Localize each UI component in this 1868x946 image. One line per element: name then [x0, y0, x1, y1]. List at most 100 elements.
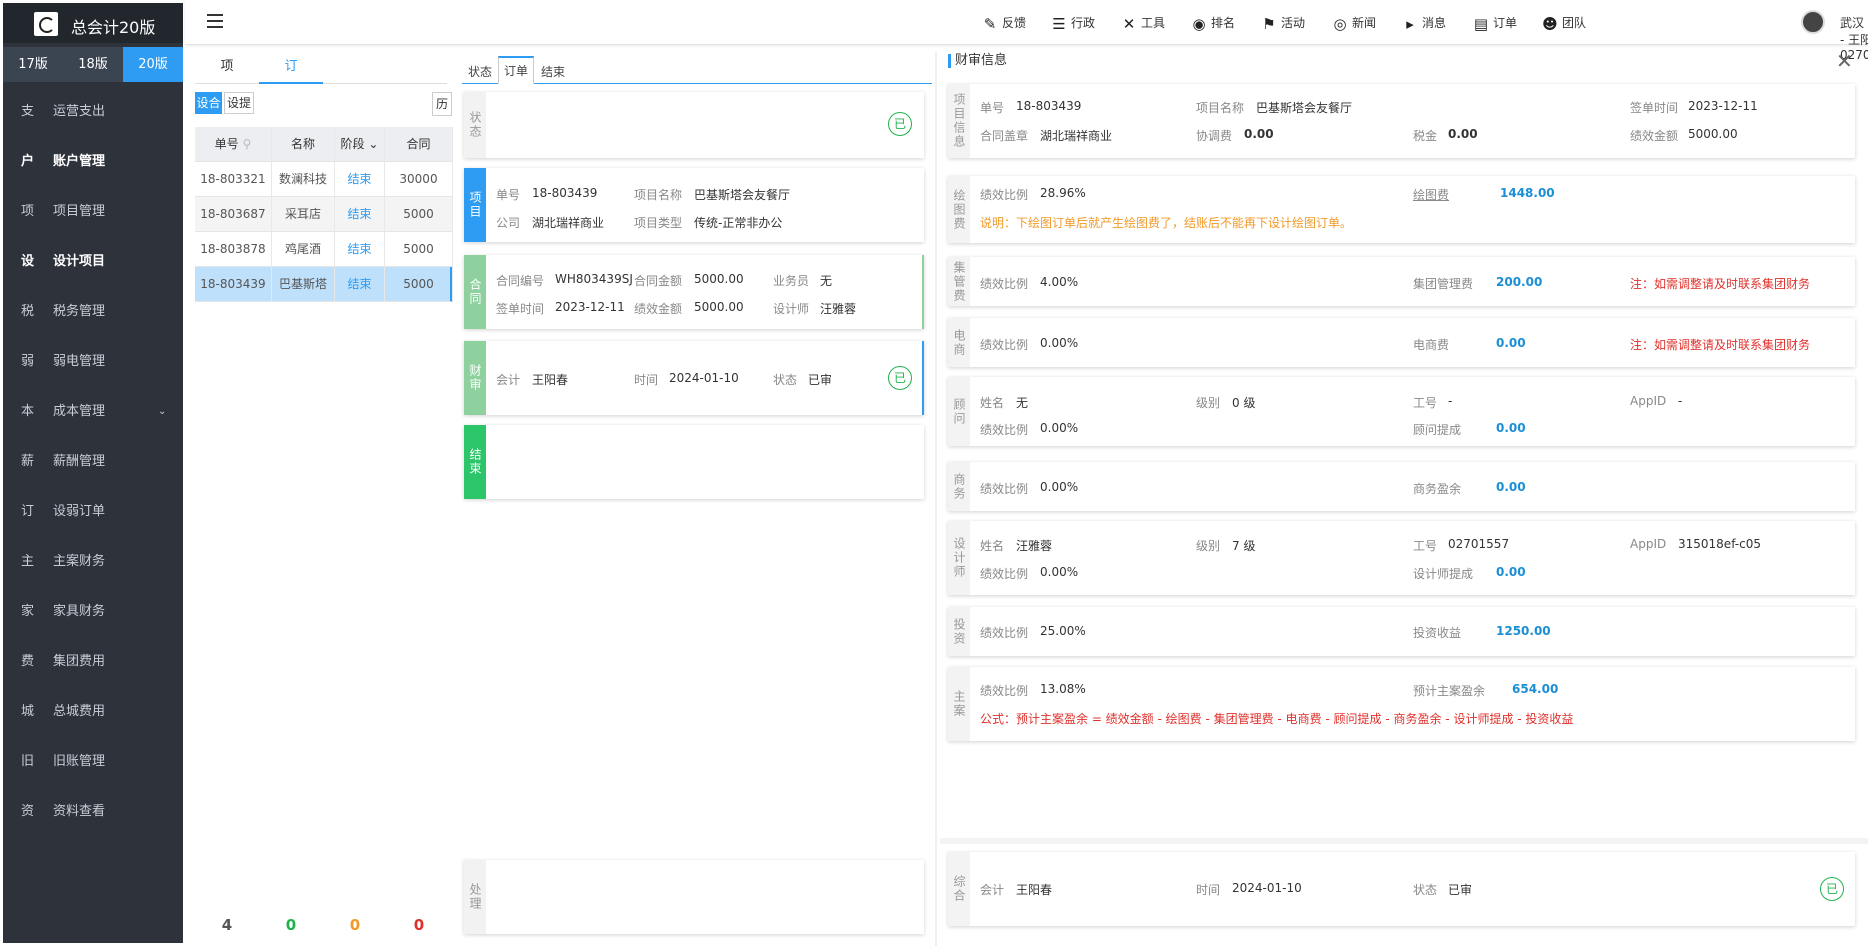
- card-label: 绘图费: [948, 176, 970, 243]
- panel-divider[interactable]: [935, 52, 937, 946]
- drawing-fee-link[interactable]: 绘图费: [1413, 186, 1449, 203]
- nav-admin[interactable]: ☰ 行政: [1051, 13, 1095, 33]
- close-icon[interactable]: ✕: [1836, 51, 1853, 71]
- nav-orders[interactable]: ▤ 订单: [1473, 13, 1517, 33]
- tax: 0.00: [1448, 127, 1478, 141]
- project-card[interactable]: 项目 单号 18-803439 项目名称 巴基斯塔会友餐厅 公司 湖北瑞祥商业 …: [464, 168, 924, 242]
- sidebar-item-documents[interactable]: 资 资料查看: [3, 787, 183, 837]
- nav-news[interactable]: ◎ 新闻: [1332, 13, 1376, 33]
- menu-icon[interactable]: [207, 14, 223, 28]
- table-row[interactable]: 18-803878 鸡尾酒 结束 5000: [195, 232, 453, 267]
- nav-tools[interactable]: ✕ 工具: [1121, 13, 1165, 33]
- app-logo[interactable]: 总会计20版: [3, 3, 183, 43]
- sidebar-item-label: 主案财务: [53, 554, 106, 569]
- sidebar-item-label: 总城费用: [53, 704, 106, 719]
- tab-order[interactable]: 订单: [498, 56, 535, 84]
- field-key: 公司: [496, 216, 521, 230]
- finance-card[interactable]: 财审 会计 王阳春 时间 2024-01-10 状态 已审 已: [464, 341, 924, 415]
- table-header: 单号 ⚲ 名称 阶段 ⌄ 合同: [195, 127, 453, 162]
- process-card[interactable]: 处理: [464, 860, 924, 934]
- tab-end[interactable]: 结束: [541, 60, 565, 84]
- design-contract-button[interactable]: 设合: [195, 92, 222, 114]
- avatar[interactable]: [1801, 10, 1825, 34]
- version-20-button[interactable]: 20版: [123, 47, 183, 82]
- drawing-note: 说明：下绘图订单后就产生绘图费了，结账后不能再下设计绘图订单。: [980, 216, 1353, 230]
- version-18-button[interactable]: 18版: [63, 47, 123, 82]
- audit-time: 2024-01-10: [669, 371, 739, 385]
- field-key: 单号: [980, 101, 1005, 115]
- main-surplus: 654.00: [1512, 682, 1559, 696]
- table-row-selected[interactable]: 18-803439 巴基斯塔 结束 5000: [195, 267, 453, 302]
- designer-ratio: 0.00%: [1040, 565, 1079, 579]
- search-icon[interactable]: ⚲: [243, 137, 252, 151]
- main-case-card: 主案 绩效比例 13.08% 预计主案盈余 654.00 公式：预计主案盈余 =…: [948, 667, 1855, 741]
- nav-team[interactable]: ☻ 团队: [1542, 13, 1586, 33]
- table-row[interactable]: 18-803687 采耳店 结束 5000: [195, 197, 453, 232]
- field-key: 绩效比例: [980, 423, 1029, 437]
- sidebar-item-tax[interactable]: 税 税务管理: [3, 287, 183, 337]
- group-fee: 200.00: [1496, 275, 1543, 289]
- cell-stage[interactable]: 结束: [335, 267, 385, 302]
- field-key: 绩效比例: [980, 567, 1029, 581]
- count-orange[interactable]: 0: [323, 916, 387, 934]
- sidebar-item-main-finance[interactable]: 主 主案财务: [3, 537, 183, 587]
- nav-feedback[interactable]: ✎ 反馈: [982, 13, 1026, 33]
- approved-seal-icon: 已: [1820, 877, 1844, 901]
- cell-stage[interactable]: 结束: [335, 232, 385, 267]
- sidebar-item-orders[interactable]: 订 设弱订单: [3, 487, 183, 537]
- group-fee-card: 集管费 绩效比例 4.00% 集团管理费 200.00 注：如需调整请及时联系集…: [948, 257, 1855, 306]
- card-label: 主案: [948, 667, 970, 741]
- chevron-down-icon: ⌄: [158, 406, 167, 417]
- count-green[interactable]: 0: [259, 916, 323, 934]
- tab-projects[interactable]: 项: [195, 56, 259, 84]
- nav-ranking[interactable]: ◉ 排名: [1191, 13, 1235, 33]
- cell-name: 鸡尾酒: [272, 232, 335, 267]
- sidebar-item-salary[interactable]: 薪 薪酬管理: [3, 437, 183, 487]
- design-commission-button[interactable]: 设提: [224, 92, 254, 114]
- cell-stage[interactable]: 结束: [335, 197, 385, 232]
- sidebar-item-operating-expense[interactable]: 支 运营支出: [3, 87, 183, 137]
- tab-status[interactable]: 状态: [468, 60, 492, 84]
- sidebar-item-char: 税: [21, 304, 35, 319]
- tab-orders[interactable]: 订: [259, 56, 323, 84]
- drawing-ratio: 28.96%: [1040, 186, 1086, 200]
- history-button[interactable]: 历: [432, 92, 452, 116]
- cell-amount: 5000: [385, 232, 453, 267]
- sidebar-item-label: 设弱订单: [53, 504, 106, 519]
- nav-messages[interactable]: ▸ 消息: [1402, 13, 1446, 33]
- project-company: 湖北瑞祥商业: [532, 216, 605, 230]
- sidebar-item-group-fees[interactable]: 费 集团费用: [3, 637, 183, 687]
- field-key: AppID: [1630, 537, 1667, 551]
- col-header-no[interactable]: 单号 ⚲: [195, 127, 272, 162]
- sidebar-item-char: 设: [21, 254, 35, 269]
- card-label: 电商: [948, 318, 970, 367]
- version-17-button[interactable]: 17版: [3, 47, 63, 82]
- table-row[interactable]: 18-803321 数澜科技 结束 30000: [195, 162, 453, 197]
- sidebar-item-project[interactable]: 项 项目管理: [3, 187, 183, 237]
- sidebar-item-weak-current[interactable]: 弱 弱电管理: [3, 337, 183, 387]
- end-card[interactable]: 结束: [464, 425, 924, 499]
- sidebar-item-furniture-finance[interactable]: 家 家具财务: [3, 587, 183, 637]
- cell-stage[interactable]: 结束: [335, 162, 385, 197]
- field-key: 绩效比例: [980, 684, 1029, 698]
- sidebar-item-city-fees[interactable]: 城 总城费用: [3, 687, 183, 737]
- sidebar-item-account[interactable]: 户 账户管理: [3, 137, 183, 187]
- field-key: 时间: [1196, 883, 1221, 897]
- nav-activities[interactable]: ⚑ 活动: [1261, 13, 1305, 33]
- sidebar-item-char: 旧: [21, 754, 35, 769]
- count-total[interactable]: 4: [195, 916, 259, 934]
- chevron-down-icon: ⌄: [368, 137, 379, 151]
- main-formula: 公式：预计主案盈余 = 绩效金额 - 绘图费 - 集团管理费 - 电商费 - 顾…: [980, 712, 1574, 726]
- invest-income: 1250.00: [1496, 624, 1551, 638]
- investment-card: 投资 绩效比例 25.00% 投资收益 1250.00: [948, 607, 1855, 656]
- top-bar: ✎反馈 ☰行政 ✕工具 ◉排名 ⚑活动 ◎新闻 ▸消息 ▤订单 ☻团队 武汉 ·…: [185, 0, 1868, 62]
- sidebar-item-old-accounts[interactable]: 旧 旧账管理: [3, 737, 183, 787]
- sidebar-item-cost[interactable]: 本 成本管理 ⌄: [3, 387, 183, 437]
- field-key: 姓名: [980, 539, 1005, 553]
- contract-card[interactable]: 合同 合同编号 WH803439SJ 合同金额 5000.00 业务员 无 签单…: [464, 255, 924, 329]
- field-key: 工号: [1413, 539, 1438, 553]
- advisor-level: 0 级: [1232, 396, 1256, 410]
- count-red[interactable]: 0: [387, 916, 451, 934]
- col-header-stage[interactable]: 阶段 ⌄: [335, 127, 385, 162]
- sidebar-item-design-project[interactable]: 设 设计项目: [3, 237, 183, 287]
